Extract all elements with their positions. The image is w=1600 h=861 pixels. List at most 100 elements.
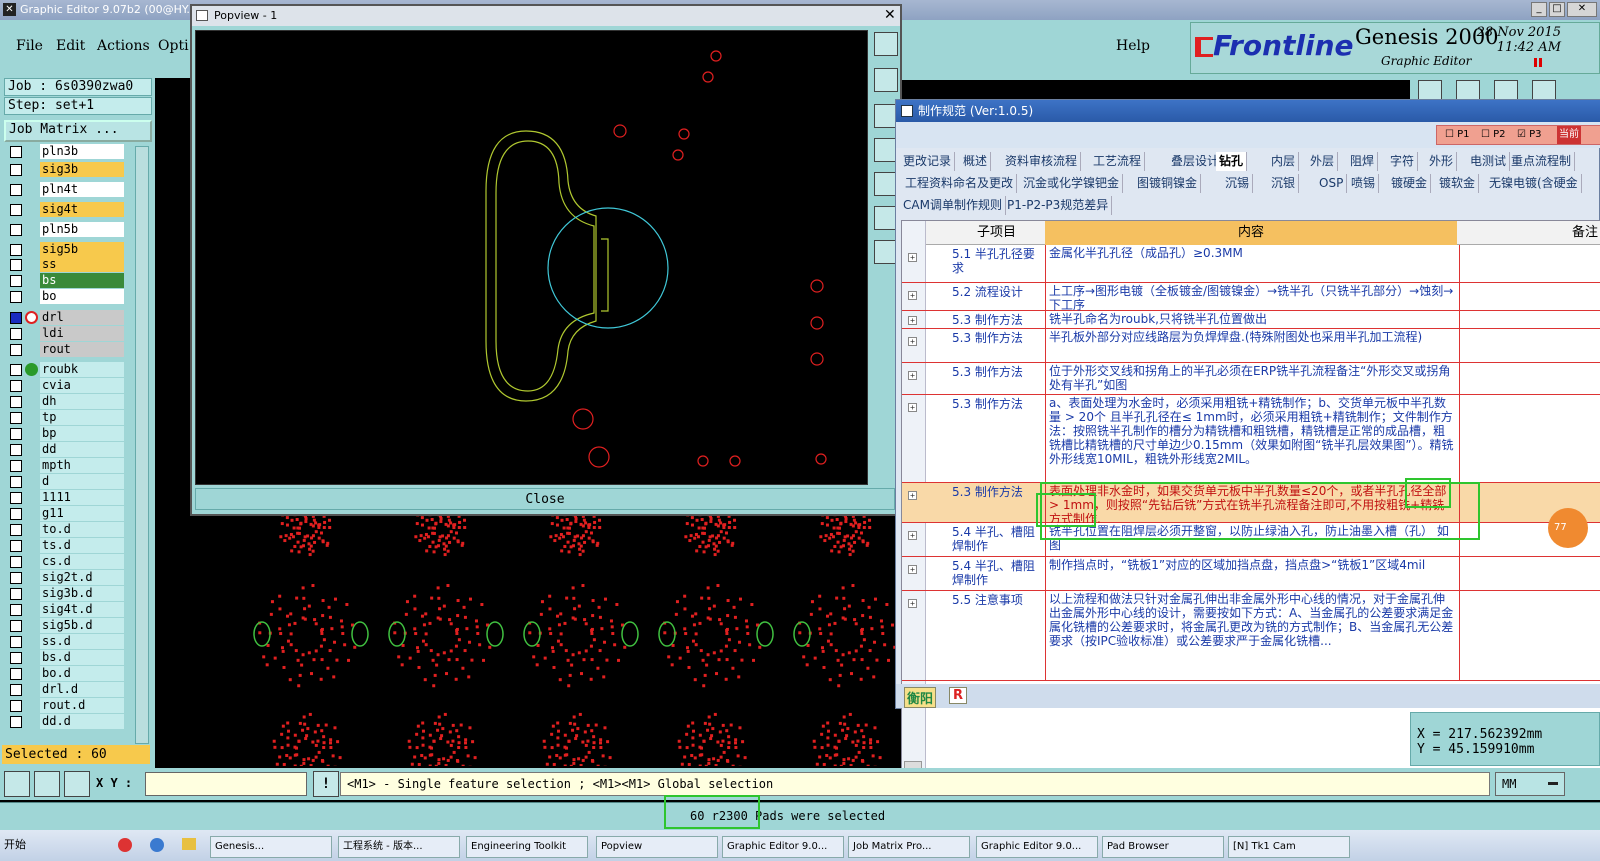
- snap-icon[interactable]: [4, 771, 30, 797]
- layer-row-drl[interactable]: drl: [8, 310, 124, 325]
- layer-checkbox[interactable]: [10, 312, 22, 324]
- layer-row-cvia[interactable]: cvia: [8, 378, 124, 393]
- layer-checkbox[interactable]: [10, 556, 22, 568]
- table-row[interactable]: +5.3 制作方法 位于外形交叉线和拐角上的半孔必须在ERP铣半孔流程备注“外形交…: [902, 363, 1600, 395]
- tab-tabs1-3[interactable]: 工艺流程: [1090, 152, 1146, 171]
- header-note[interactable]: 备注: [1462, 221, 1600, 245]
- start-button[interactable]: 开始: [4, 836, 26, 852]
- expand-icon[interactable]: +: [908, 531, 917, 540]
- units-select[interactable]: MM: [1495, 772, 1565, 796]
- layer-checkbox[interactable]: [10, 224, 22, 236]
- layer-checkbox[interactable]: [10, 164, 22, 176]
- tab-tabs1-11[interactable]: 电测试: [1467, 152, 1511, 171]
- layer-checkbox[interactable]: [10, 652, 22, 664]
- layer-checkbox[interactable]: [10, 380, 22, 392]
- tab-tabs1-1[interactable]: 概述: [960, 152, 992, 171]
- layer-checkbox[interactable]: [10, 344, 22, 356]
- taskbar-item[interactable]: Engineering Toolkit: [466, 836, 588, 858]
- layer-row-bs-d[interactable]: bs.d: [8, 650, 124, 665]
- minimize-button[interactable]: _: [1531, 2, 1547, 17]
- popview-canvas[interactable]: [195, 30, 868, 485]
- layer-checkbox[interactable]: [10, 204, 22, 216]
- layer-checkbox[interactable]: [10, 291, 22, 303]
- expand-icon[interactable]: +: [908, 371, 917, 380]
- layer-row-rout[interactable]: rout: [8, 342, 124, 357]
- layer-row-sig3b-d[interactable]: sig3b.d: [8, 586, 124, 601]
- print-icon[interactable]: [874, 68, 898, 92]
- popview-close-button[interactable]: Close: [195, 488, 895, 510]
- tab-tabs2-9[interactable]: 无镍电镀(含硬金: [1486, 174, 1582, 193]
- layer-row-ts-d[interactable]: ts.d: [8, 538, 124, 553]
- quicklaunch-ie-icon[interactable]: [150, 838, 164, 852]
- layer-row-ss-d[interactable]: ss.d: [8, 634, 124, 649]
- header-sub[interactable]: 子项目: [950, 221, 1043, 245]
- layer-row-sig4t-d[interactable]: sig4t.d: [8, 602, 124, 617]
- layer-checkbox[interactable]: [10, 588, 22, 600]
- fit-icon[interactable]: [874, 32, 898, 56]
- layer-checkbox[interactable]: [10, 396, 22, 408]
- layer-row-bo-d[interactable]: bo.d: [8, 666, 124, 681]
- tab-tabs3-1[interactable]: P1-P2-P3规范差异: [1004, 196, 1113, 215]
- header-content[interactable]: 内容: [1045, 221, 1457, 245]
- tab-tabs1-8[interactable]: 阻焊: [1347, 152, 1379, 171]
- taskbar-item[interactable]: Popview: [596, 836, 718, 858]
- layer-row-pln3b[interactable]: pln3b: [8, 144, 124, 159]
- taskbar-item[interactable]: 工程系统 - 版本...: [338, 836, 460, 858]
- layer-row-sig5b-d[interactable]: sig5b.d: [8, 618, 124, 633]
- layer-row-sig4t[interactable]: sig4t: [8, 202, 124, 217]
- expand-icon[interactable]: +: [908, 337, 917, 346]
- layer-row-d[interactable]: d: [8, 474, 124, 489]
- tab-tabs1-10[interactable]: 外形: [1426, 152, 1458, 171]
- expand-icon[interactable]: +: [908, 403, 917, 412]
- layer-checkbox[interactable]: [10, 668, 22, 680]
- tab-tabs1-12[interactable]: 重点流程制: [1508, 152, 1576, 171]
- layer-row-ldi[interactable]: ldi: [8, 326, 124, 341]
- table-row[interactable]: +5.3 制作方法 铣半孔命名为roubk,只将铣半孔位置做出: [902, 311, 1600, 329]
- layer-checkbox[interactable]: [10, 275, 22, 287]
- layer-row-tp[interactable]: tp: [8, 410, 124, 425]
- taskbar-item[interactable]: Job Matrix Pro...: [848, 836, 970, 858]
- triangle-icon[interactable]: [1494, 80, 1518, 100]
- layer-checkbox[interactable]: [10, 476, 22, 488]
- expand-icon[interactable]: +: [908, 253, 917, 262]
- tab-tabs1-6[interactable]: 内层: [1268, 152, 1300, 171]
- tab-tabs2-1[interactable]: 沉金或化学镍钯金: [1020, 174, 1124, 193]
- layer-checkbox[interactable]: [10, 492, 22, 504]
- close-button[interactable]: ✕: [1567, 2, 1597, 17]
- window-icon[interactable]: [1456, 80, 1480, 100]
- layer-checkbox[interactable]: [10, 460, 22, 472]
- layer-checkbox[interactable]: [10, 604, 22, 616]
- home-icon[interactable]: [1418, 80, 1442, 100]
- layer-checkbox[interactable]: [10, 328, 22, 340]
- layer-row-pln5b[interactable]: pln5b: [8, 222, 124, 237]
- layer-row-sig5b[interactable]: sig5b: [8, 242, 124, 257]
- table-row[interactable]: +5.3 制作方法 半孔板外部分对应线路层为负焊焊盘.(特殊附图处也采用半孔加工流…: [902, 329, 1600, 363]
- tab-tabs2-0[interactable]: 工程资料命名及更改: [902, 174, 1018, 193]
- layer-checkbox[interactable]: [10, 540, 22, 552]
- taskbar-item[interactable]: Graphic Editor 9.0...: [976, 836, 1098, 858]
- taskbar-item[interactable]: Graphic Editor 9.0...: [722, 836, 844, 858]
- tab-tabs2-2[interactable]: 图镀铜镍金: [1134, 174, 1202, 193]
- taskbar-item[interactable]: Genesis...: [210, 836, 332, 858]
- table-row[interactable]: +5.4 半孔、槽阻焊制作 制作挡点时，“铣板1”对应的区域加挡点盘，挡点盘>“铣…: [902, 557, 1600, 591]
- layer-row-roubk[interactable]: roubk: [8, 362, 124, 377]
- layer-checkbox[interactable]: [10, 146, 22, 158]
- layer-checkbox[interactable]: [10, 572, 22, 584]
- expand-icon[interactable]: +: [908, 491, 917, 500]
- layer-row-g11[interactable]: g11: [8, 506, 124, 521]
- layer-row-dh[interactable]: dh: [8, 394, 124, 409]
- table-row[interactable]: +5.3 制作方法 a、表面处理为水金时，必须采用粗铣+精铣制作；b、交货单元板中…: [902, 395, 1600, 483]
- panel-icon[interactable]: [1532, 80, 1556, 100]
- table-row[interactable]: +5.2 流程设计 上工序→图形电镀（全板镀金/图镀镍金）→铣半孔（只铣半孔部分）…: [902, 283, 1600, 311]
- angle-icon[interactable]: [34, 771, 60, 797]
- expand-icon[interactable]: +: [908, 291, 917, 300]
- tab-tabs2-7[interactable]: 镀硬金: [1388, 174, 1432, 193]
- tab-tabs2-8[interactable]: 镀软金: [1436, 174, 1480, 193]
- tab-tabs2-3[interactable]: 沉锡: [1222, 174, 1254, 193]
- maximize-button[interactable]: □: [1549, 2, 1565, 17]
- menu-actions[interactable]: Actions: [97, 38, 150, 54]
- current-button[interactable]: 当前: [1557, 126, 1581, 144]
- menu-file[interactable]: File: [16, 38, 43, 54]
- layer-row-to-d[interactable]: to.d: [8, 522, 124, 537]
- layer-row-bp[interactable]: bp: [8, 426, 124, 441]
